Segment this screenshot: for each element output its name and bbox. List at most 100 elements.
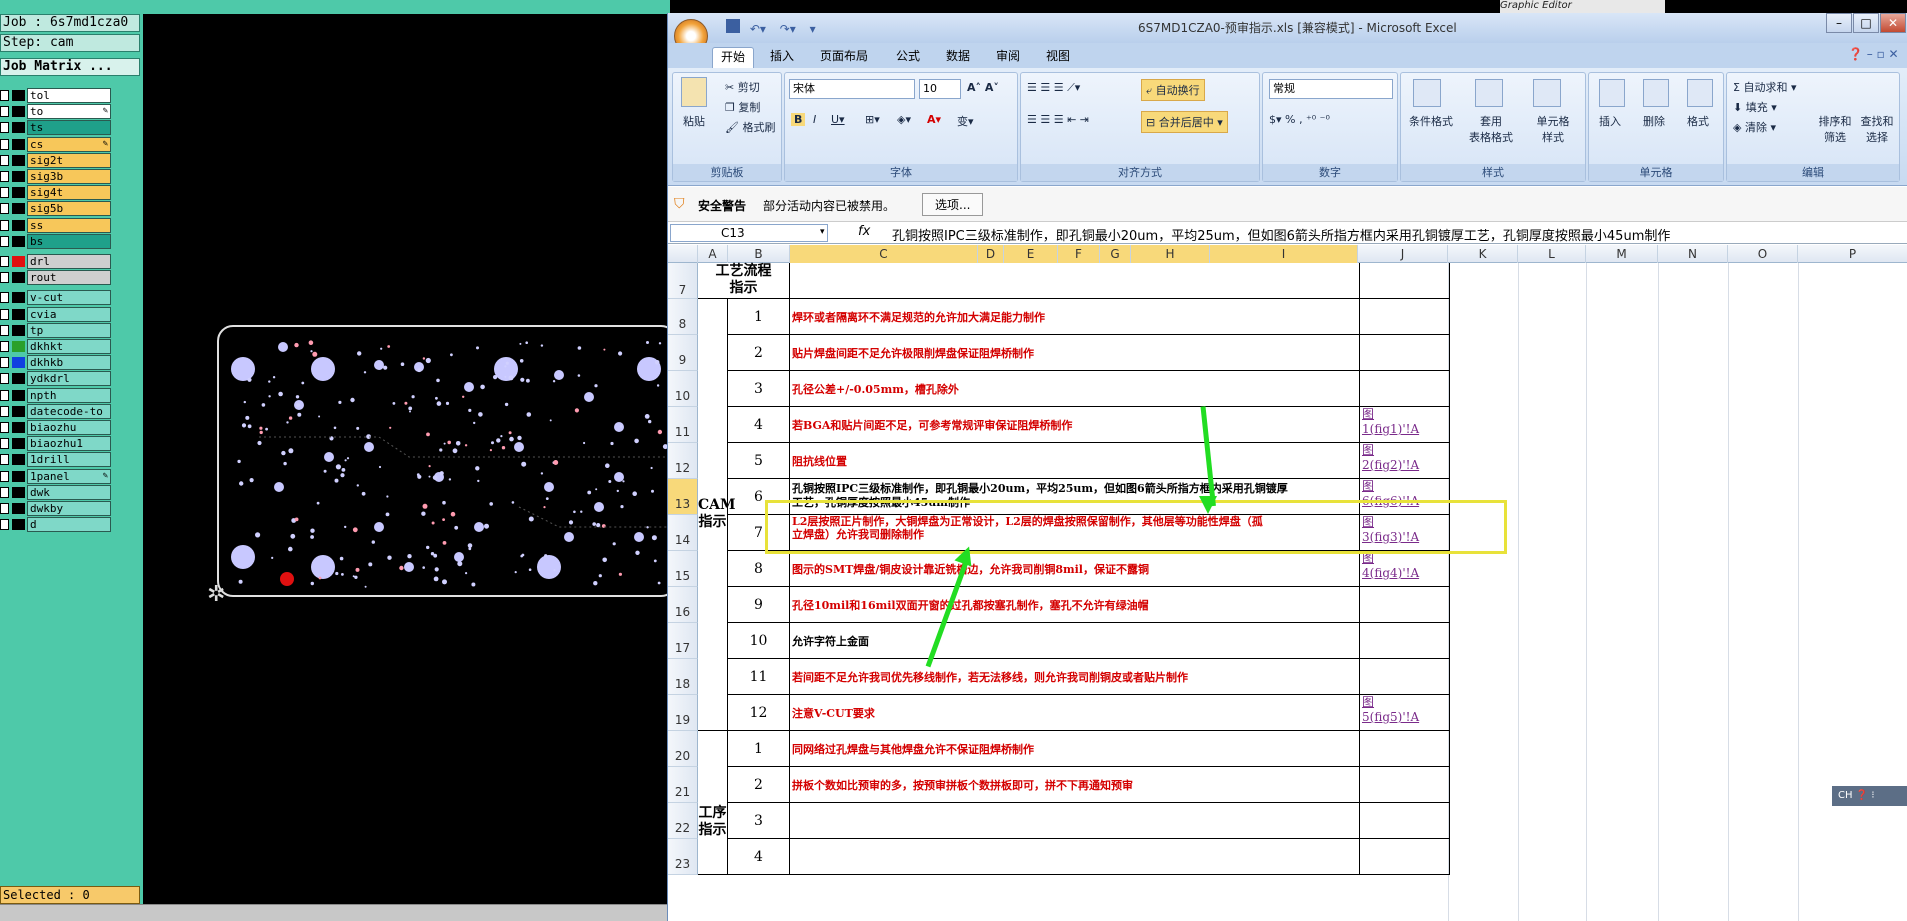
tab-1[interactable]: 插入 bbox=[762, 47, 802, 68]
layer-checkbox[interactable] bbox=[0, 138, 9, 150]
layer-checkbox[interactable] bbox=[0, 235, 9, 247]
font-name-select[interactable]: 宋体 bbox=[789, 79, 915, 99]
figure-link-cell[interactable] bbox=[1360, 623, 1450, 659]
row-header[interactable]: 9 bbox=[668, 335, 698, 371]
row-header[interactable]: 21 bbox=[668, 767, 698, 803]
ime-language-bar[interactable]: CH ❓ ⁝ bbox=[1832, 786, 1907, 806]
number-format-buttons[interactable]: $▾ % ‚ ⁺⁰ ⁻⁰ bbox=[1269, 113, 1330, 126]
instruction-cell[interactable]: 贴片焊盘间距不足允许极限削焊盘保证阻焊桥制作 bbox=[790, 335, 1360, 371]
layer-checkbox[interactable] bbox=[0, 187, 9, 199]
layer-row[interactable]: biaozhu bbox=[0, 420, 112, 435]
layer-checkbox[interactable] bbox=[0, 324, 9, 336]
save-icon[interactable] bbox=[726, 19, 740, 33]
layer-checkbox[interactable] bbox=[0, 341, 9, 352]
format-painter-button[interactable]: 🖌 格式刷 bbox=[725, 119, 775, 135]
layer-checkbox[interactable] bbox=[0, 219, 9, 231]
sort-filter-button[interactable]: 排序和 筛选 bbox=[1815, 113, 1855, 145]
layer-name[interactable]: dkhkt bbox=[27, 339, 111, 354]
layer-checkbox[interactable] bbox=[0, 470, 9, 482]
layer-row[interactable]: 1panel ✎ bbox=[0, 468, 112, 484]
layer-name[interactable]: to ✎ bbox=[27, 104, 111, 120]
table-format-icon[interactable] bbox=[1475, 79, 1503, 107]
figure-link-cell[interactable] bbox=[1360, 587, 1450, 623]
layer-row[interactable]: d bbox=[0, 517, 112, 533]
table-format-button[interactable]: 套用 表格格式 bbox=[1459, 113, 1523, 145]
layer-name[interactable]: sig5b bbox=[27, 201, 111, 217]
layer-row[interactable]: datecode-to bbox=[0, 403, 112, 419]
layer-row[interactable]: ts bbox=[0, 120, 112, 136]
layer-name[interactable]: datecode-to bbox=[27, 403, 111, 419]
copy-button[interactable]: ❐ 复制 bbox=[725, 99, 760, 115]
item-number-cell[interactable]: 1 bbox=[728, 299, 790, 335]
fill-color-button[interactable]: ◈▾ bbox=[897, 113, 911, 126]
layer-row[interactable]: cs ✎ bbox=[0, 136, 112, 152]
insert-button[interactable]: 插入 bbox=[1599, 113, 1621, 129]
figure-link-cell[interactable]: 图 4(fig4)'!A bbox=[1360, 551, 1450, 587]
item-number-cell[interactable]: 3 bbox=[728, 371, 790, 407]
row-header[interactable]: 16 bbox=[668, 587, 698, 623]
layer-row[interactable]: sig5b bbox=[0, 201, 112, 217]
row-header[interactable]: 8 bbox=[668, 299, 698, 335]
item-number-cell[interactable]: 12 bbox=[728, 695, 790, 731]
layer-checkbox[interactable] bbox=[0, 106, 9, 118]
delete-button[interactable]: 删除 bbox=[1643, 113, 1665, 129]
item-number-cell[interactable]: 9 bbox=[728, 587, 790, 623]
row-header[interactable]: 18 bbox=[668, 659, 698, 695]
layer-checkbox[interactable] bbox=[0, 503, 9, 514]
layer-row[interactable]: tp bbox=[0, 322, 112, 338]
maximize-button[interactable]: □ bbox=[1853, 13, 1879, 33]
row-header[interactable]: 14 bbox=[668, 515, 698, 551]
border-button[interactable]: ⊞▾ bbox=[865, 113, 880, 126]
format-cells-icon[interactable] bbox=[1687, 79, 1713, 107]
layer-checkbox[interactable] bbox=[0, 486, 9, 498]
wrap-text-button[interactable]: ⤶ 自动换行 bbox=[1141, 79, 1205, 101]
layer-checkbox[interactable] bbox=[0, 292, 9, 304]
find-select-button[interactable]: 查找和 选择 bbox=[1857, 113, 1897, 145]
underline-button[interactable]: U▾ bbox=[831, 113, 845, 126]
paste-button[interactable]: 粘贴 bbox=[683, 113, 705, 129]
layer-checkbox[interactable] bbox=[0, 422, 9, 433]
instruction-cell[interactable]: 同网络过孔焊盘与其他焊盘允许不保证阻焊桥制作 bbox=[790, 731, 1360, 767]
layer-row[interactable]: dwk bbox=[0, 484, 112, 500]
instruction-cell[interactable]: 孔径10mil和16mil双面开窗的过孔都按塞孔制作，塞孔不允许有绿油帽 bbox=[790, 587, 1360, 623]
cell-style-icon[interactable] bbox=[1533, 79, 1561, 107]
layer-row[interactable]: cvia bbox=[0, 306, 112, 322]
layer-row[interactable]: bs bbox=[0, 233, 112, 249]
figure-link-cell[interactable] bbox=[1360, 803, 1450, 839]
instruction-cell[interactable]: 若间距不足允许我司优先移线制作，若无法移线，则允许我司削铜皮或者贴片制作 bbox=[790, 659, 1360, 695]
horizontal-align-buttons[interactable]: ☰ ☰ ☰ ⇤ ⇥ bbox=[1027, 113, 1089, 126]
spreadsheet-grid[interactable]: ABCDEFGHIJKLMNOP 7 工艺流程 指示 8 1 焊环或者隔离环不满足规范的… bbox=[668, 245, 1907, 921]
tab-6[interactable]: 视图 bbox=[1038, 47, 1078, 68]
layer-name[interactable]: sig3b bbox=[27, 169, 111, 184]
figure-link-cell[interactable] bbox=[1360, 731, 1450, 767]
vertical-align-buttons[interactable]: ☰ ☰ ☰ ⟋▾ bbox=[1027, 81, 1080, 95]
layer-name[interactable]: cs ✎ bbox=[27, 136, 111, 152]
layer-name[interactable]: d bbox=[27, 517, 111, 533]
layer-name[interactable]: sig4t bbox=[27, 185, 111, 201]
layer-name[interactable]: ydkdrl bbox=[27, 371, 111, 387]
cell-style-button[interactable]: 单元格 样式 bbox=[1525, 113, 1581, 145]
layer-name[interactable]: biaozhu1 bbox=[27, 436, 111, 452]
instruction-cell[interactable]: 焊环或者隔离环不满足规范的允许加大满足能力制作 bbox=[790, 299, 1360, 335]
insert-cells-icon[interactable] bbox=[1599, 79, 1625, 107]
layer-name[interactable]: dwk bbox=[27, 484, 111, 500]
layer-row[interactable]: tol bbox=[0, 88, 112, 103]
tab-4[interactable]: 数据 bbox=[938, 47, 978, 68]
header-link-cell[interactable] bbox=[1360, 263, 1450, 299]
phonetic-button[interactable]: 变▾ bbox=[957, 113, 974, 129]
instruction-cell[interactable]: 阻抗线位置 bbox=[790, 443, 1360, 479]
layer-checkbox[interactable] bbox=[0, 256, 9, 267]
layer-checkbox[interactable] bbox=[0, 90, 9, 101]
item-number-cell[interactable]: 1 bbox=[728, 731, 790, 767]
layer-row[interactable]: biaozhu1 bbox=[0, 436, 112, 452]
grow-font-button[interactable]: A˄ A˅ bbox=[967, 81, 999, 94]
layer-row[interactable]: v-cut bbox=[0, 290, 112, 306]
layer-checkbox[interactable] bbox=[0, 389, 9, 401]
layer-checkbox[interactable] bbox=[0, 203, 9, 215]
customize-qat-icon[interactable]: ▾ bbox=[810, 22, 816, 36]
layer-row[interactable]: 1drill bbox=[0, 452, 112, 468]
layer-row[interactable]: sig3b bbox=[0, 169, 112, 184]
layer-name[interactable]: npth bbox=[27, 387, 111, 403]
instruction-cell[interactable] bbox=[790, 839, 1360, 875]
undo-icon[interactable]: ↶▾ bbox=[750, 22, 766, 36]
